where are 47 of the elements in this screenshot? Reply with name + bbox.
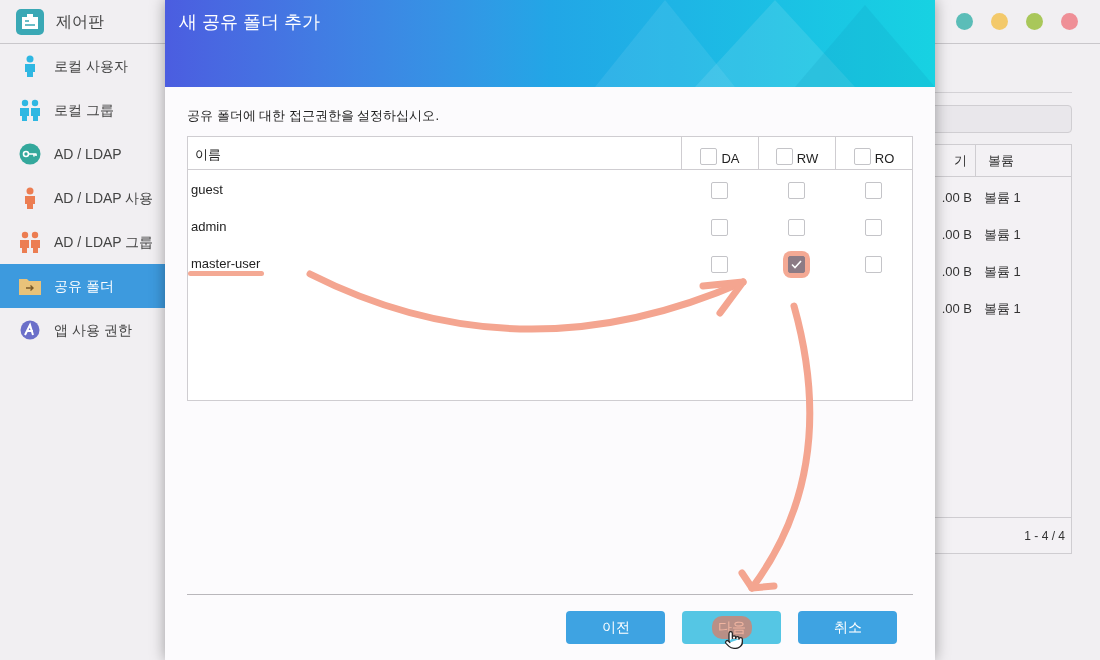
table-cell-text: 볼륨 1 (983, 299, 1021, 318)
sidebar-item[interactable]: 로컬 그룹 (0, 88, 165, 132)
table-cell-text: 볼륨 1 (983, 262, 1021, 281)
column-header[interactable]: 이름 (188, 136, 681, 169)
checkbox[interactable] (788, 181, 805, 199)
sidebar-item[interactable]: AD / LDAP 그룹 (0, 220, 165, 264)
people-icon (19, 231, 41, 253)
people-icon (19, 99, 41, 121)
marker-scribble (712, 616, 752, 639)
table-cell-text: .00 B (940, 262, 973, 281)
column-header: RW (796, 151, 819, 165)
table-cell-text: 볼륨 1 (983, 225, 1021, 244)
checkbox[interactable] (853, 147, 871, 165)
table-cell-text: 볼륨 1 (983, 188, 1021, 207)
checkbox[interactable] (865, 218, 882, 236)
person-icon (23, 187, 37, 209)
column-header: RO (874, 151, 895, 165)
checkbox[interactable] (700, 147, 718, 165)
table-cell-text: .00 B (940, 299, 973, 318)
checkbox[interactable] (711, 181, 728, 199)
checkbox[interactable] (775, 147, 793, 165)
pagination-text: 1 - 4 / 4 (1024, 527, 1065, 545)
sidebar-item[interactable]: 앱 사용 권한 (0, 308, 165, 352)
folder-icon (18, 276, 42, 296)
checkbox[interactable] (711, 255, 728, 273)
checkbox[interactable] (865, 255, 882, 273)
person-icon (23, 55, 37, 77)
user-name: guest (191, 182, 223, 198)
app-title: 제어판 (56, 11, 104, 32)
app-logo-icon (16, 8, 44, 35)
dialog-title: 새 공유 폴더 추가 (179, 11, 320, 34)
checkbox[interactable] (865, 181, 882, 199)
checkmark-icon (791, 259, 802, 269)
sidebar-item[interactable]: AD / LDAP 사용 (0, 176, 165, 220)
sidebar-item[interactable]: AD / LDAP (0, 132, 165, 176)
user-name: master-user (191, 256, 261, 272)
user-name: admin (191, 219, 227, 235)
checkbox[interactable] (788, 218, 805, 236)
column-header[interactable]: 볼륨 (976, 145, 1014, 176)
column-header: DA (721, 151, 740, 165)
table-cell-text: .00 B (940, 188, 973, 207)
sidebar-item[interactable]: 로컬 사용자 (0, 44, 165, 88)
checkbox[interactable] (711, 218, 728, 236)
app-icon (20, 320, 40, 340)
key-icon (19, 143, 41, 165)
instruction-text: 공유 폴더에 대한 접근권한을 설정하십시오. (187, 107, 441, 125)
table-cell-text: .00 B (940, 225, 973, 244)
